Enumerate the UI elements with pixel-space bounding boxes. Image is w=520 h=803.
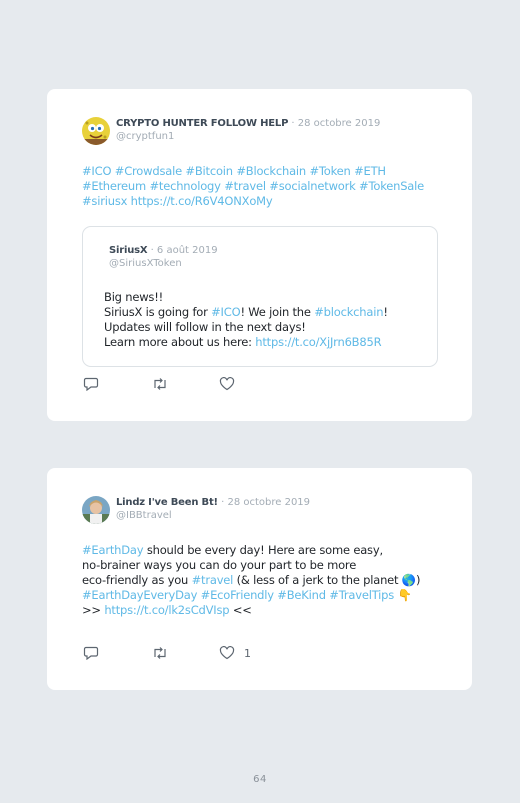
hashtag-link[interactable]: #ICO bbox=[211, 305, 241, 319]
quoted-line: Big news!! bbox=[104, 290, 164, 304]
hashtag-line[interactable]: #Ethereum #technology #travel #socialnet… bbox=[82, 179, 442, 194]
hashtag-line[interactable]: #siriusx https://t.co/R6V4ONXoMy bbox=[82, 194, 442, 209]
page-number: 64 bbox=[253, 774, 267, 785]
like-button[interactable] bbox=[219, 377, 244, 391]
tweet-header: Lindz I've Been Bt! · 28 octobre 2019 @I… bbox=[82, 496, 310, 524]
avatar[interactable] bbox=[82, 117, 110, 145]
reply-button[interactable] bbox=[83, 646, 151, 660]
author-handle[interactable]: @IBBtravel bbox=[116, 510, 310, 522]
tweet-actions: 1 bbox=[83, 646, 251, 660]
hashtag-link[interactable]: #blockchain bbox=[314, 305, 383, 319]
tweet-date[interactable]: 28 octobre 2019 bbox=[227, 497, 310, 508]
tweet-text: #ICO #Crowdsale #Bitcoin #Blockchain #To… bbox=[82, 164, 442, 209]
reply-icon bbox=[83, 377, 99, 391]
quoted-line: SiriusX is going for #ICO! We join the #… bbox=[104, 305, 388, 320]
author-name[interactable]: Lindz I've Been Bt! bbox=[116, 497, 218, 508]
text-span: eco-friendly as you bbox=[82, 573, 192, 587]
text-span: (& less of a jerk to the planet bbox=[233, 573, 402, 587]
hashtag-link[interactable]: #EarthDay bbox=[82, 543, 144, 557]
quoted-author-handle[interactable]: @SiriusXToken bbox=[109, 258, 182, 270]
retweet-icon bbox=[154, 647, 166, 659]
hashtag-line[interactable]: #EarthDayEveryDay #EcoFriendly #BeKind #… bbox=[82, 588, 394, 602]
earth-globe-icon: 🌎 bbox=[401, 573, 416, 587]
tweet-actions bbox=[83, 377, 244, 391]
pointing-down-icon: 👇 bbox=[397, 588, 412, 602]
text-span: Learn more about us here: bbox=[104, 335, 256, 349]
tweet-header: CRYPTO HUNTER FOLLOW HELP · 28 octobre 2… bbox=[82, 117, 380, 145]
text-span: << bbox=[229, 603, 252, 617]
tweet-card: CRYPTO HUNTER FOLLOW HELP · 28 octobre 2… bbox=[47, 89, 472, 421]
quoted-tweet[interactable]: SiriusX · 6 août 2019 @SiriusXToken Big … bbox=[82, 226, 438, 367]
like-count: 1 bbox=[244, 646, 251, 660]
url-link[interactable]: https://t.co/XjJrn6B85R bbox=[255, 335, 381, 349]
tweet-line: >> https://t.co/lk2sCdVIsp << bbox=[82, 603, 452, 618]
tweet-line: #EarthDay should be every day! Here are … bbox=[82, 543, 452, 558]
quoted-author-name[interactable]: SiriusX bbox=[109, 245, 148, 256]
url-link[interactable]: https://t.co/lk2sCdVIsp bbox=[104, 603, 229, 617]
reply-button[interactable] bbox=[83, 377, 151, 391]
quoted-tweet-text: Big news!! SiriusX is going for #ICO! We… bbox=[104, 290, 388, 350]
author-handle[interactable]: @cryptfun1 bbox=[116, 131, 380, 143]
quoted-tweet-date[interactable]: 6 août 2019 bbox=[157, 245, 218, 256]
retweet-button[interactable] bbox=[151, 646, 219, 660]
quoted-line: Learn more about us here: https://t.co/X… bbox=[104, 335, 388, 350]
text-span: ) bbox=[415, 573, 421, 587]
tweet-line: no-brainer ways you can do your part to … bbox=[82, 558, 357, 572]
tweet-line: eco-friendly as you #travel (& less of a… bbox=[82, 573, 452, 588]
like-icon bbox=[219, 646, 235, 660]
text-span: should be every day! Here are some easy, bbox=[143, 543, 383, 557]
tweet-card: Lindz I've Been Bt! · 28 octobre 2019 @I… bbox=[47, 468, 472, 690]
text-span: ! We join the bbox=[240, 305, 315, 319]
quoted-line: Updates will follow in the next days! bbox=[104, 320, 306, 334]
text-span: SiriusX is going for bbox=[104, 305, 212, 319]
retweet-icon bbox=[154, 378, 166, 390]
text-span: ! bbox=[383, 305, 388, 319]
tweet-date[interactable]: 28 octobre 2019 bbox=[298, 118, 381, 129]
hashtag-link[interactable]: #travel bbox=[192, 573, 234, 587]
author-name[interactable]: CRYPTO HUNTER FOLLOW HELP bbox=[116, 118, 288, 129]
like-button[interactable]: 1 bbox=[219, 646, 251, 660]
retweet-button[interactable] bbox=[151, 377, 219, 391]
like-icon bbox=[219, 377, 235, 391]
text-span: >> bbox=[82, 603, 105, 617]
tweet-line: #EarthDayEveryDay #EcoFriendly #BeKind #… bbox=[82, 588, 452, 603]
hashtag-line[interactable]: #ICO #Crowdsale #Bitcoin #Blockchain #To… bbox=[82, 164, 442, 179]
avatar[interactable] bbox=[82, 496, 110, 524]
reply-icon bbox=[83, 646, 99, 660]
tweet-text: #EarthDay should be every day! Here are … bbox=[82, 543, 452, 618]
